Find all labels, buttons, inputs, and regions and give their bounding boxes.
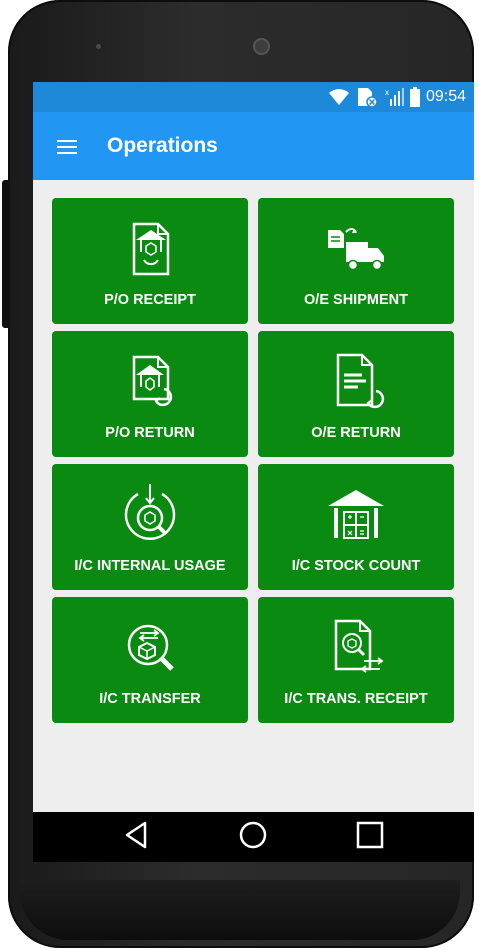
- warehouse-icon: [328, 490, 384, 539]
- oe-return-icon: [336, 353, 385, 409]
- trans-receipt-icon: [334, 619, 384, 673]
- status-bar: x 09:54: [33, 82, 474, 112]
- tile-label: I/C STOCK COUNT: [291, 558, 421, 574]
- tile-label: I/C TRANS. RECEIPT: [284, 691, 428, 707]
- tile-oe-return[interactable]: O/E RETURN: [258, 331, 454, 457]
- po-return-icon: [132, 355, 173, 407]
- wifi-icon: [328, 89, 349, 105]
- screen: x 09:54 Operations P/O RECEIPT O/E SHIPM…: [33, 82, 474, 862]
- hamburger-menu-icon[interactable]: [57, 140, 77, 154]
- front-camera: [253, 38, 270, 55]
- po-receipt-icon: [132, 222, 170, 276]
- tile-label: I/C TRANSFER: [99, 691, 201, 707]
- nav-bar: [33, 812, 474, 862]
- side-button: [2, 180, 10, 328]
- tile-po-return[interactable]: P/O RETURN: [52, 331, 248, 457]
- transfer-icon: [127, 624, 174, 671]
- tile-ic-trans-receipt[interactable]: I/C TRANS. RECEIPT: [258, 597, 454, 723]
- proximity-sensor: [96, 44, 101, 49]
- tile-ic-internal-usage[interactable]: I/C INTERNAL USAGE: [52, 464, 248, 590]
- internal-usage-icon: [124, 484, 176, 540]
- tile-ic-stock-count[interactable]: I/C STOCK COUNT: [258, 464, 454, 590]
- home-icon[interactable]: [238, 820, 268, 850]
- status-time: 09:54: [425, 88, 466, 105]
- back-icon[interactable]: [123, 820, 149, 850]
- tile-label: P/O RECEIPT: [104, 292, 196, 308]
- sim-icon: [357, 88, 378, 108]
- tile-oe-shipment[interactable]: O/E SHIPMENT: [258, 198, 454, 324]
- truck-shipment-icon: [328, 228, 384, 271]
- svg-text:x: x: [385, 88, 389, 97]
- app-bar: Operations: [33, 112, 474, 180]
- tile-label: P/O RETURN: [105, 425, 195, 441]
- tile-label: O/E SHIPMENT: [304, 292, 408, 308]
- tile-label: I/C INTERNAL USAGE: [74, 558, 226, 574]
- tile-label: O/E RETURN: [311, 425, 401, 441]
- page-title: Operations: [107, 134, 218, 157]
- signal-icon: x: [385, 88, 404, 106]
- recents-icon[interactable]: [355, 820, 385, 850]
- phone-bottom: [20, 880, 460, 940]
- battery-icon: [409, 87, 420, 107]
- tile-ic-transfer[interactable]: I/C TRANSFER: [52, 597, 248, 723]
- tile-po-receipt[interactable]: P/O RECEIPT: [52, 198, 248, 324]
